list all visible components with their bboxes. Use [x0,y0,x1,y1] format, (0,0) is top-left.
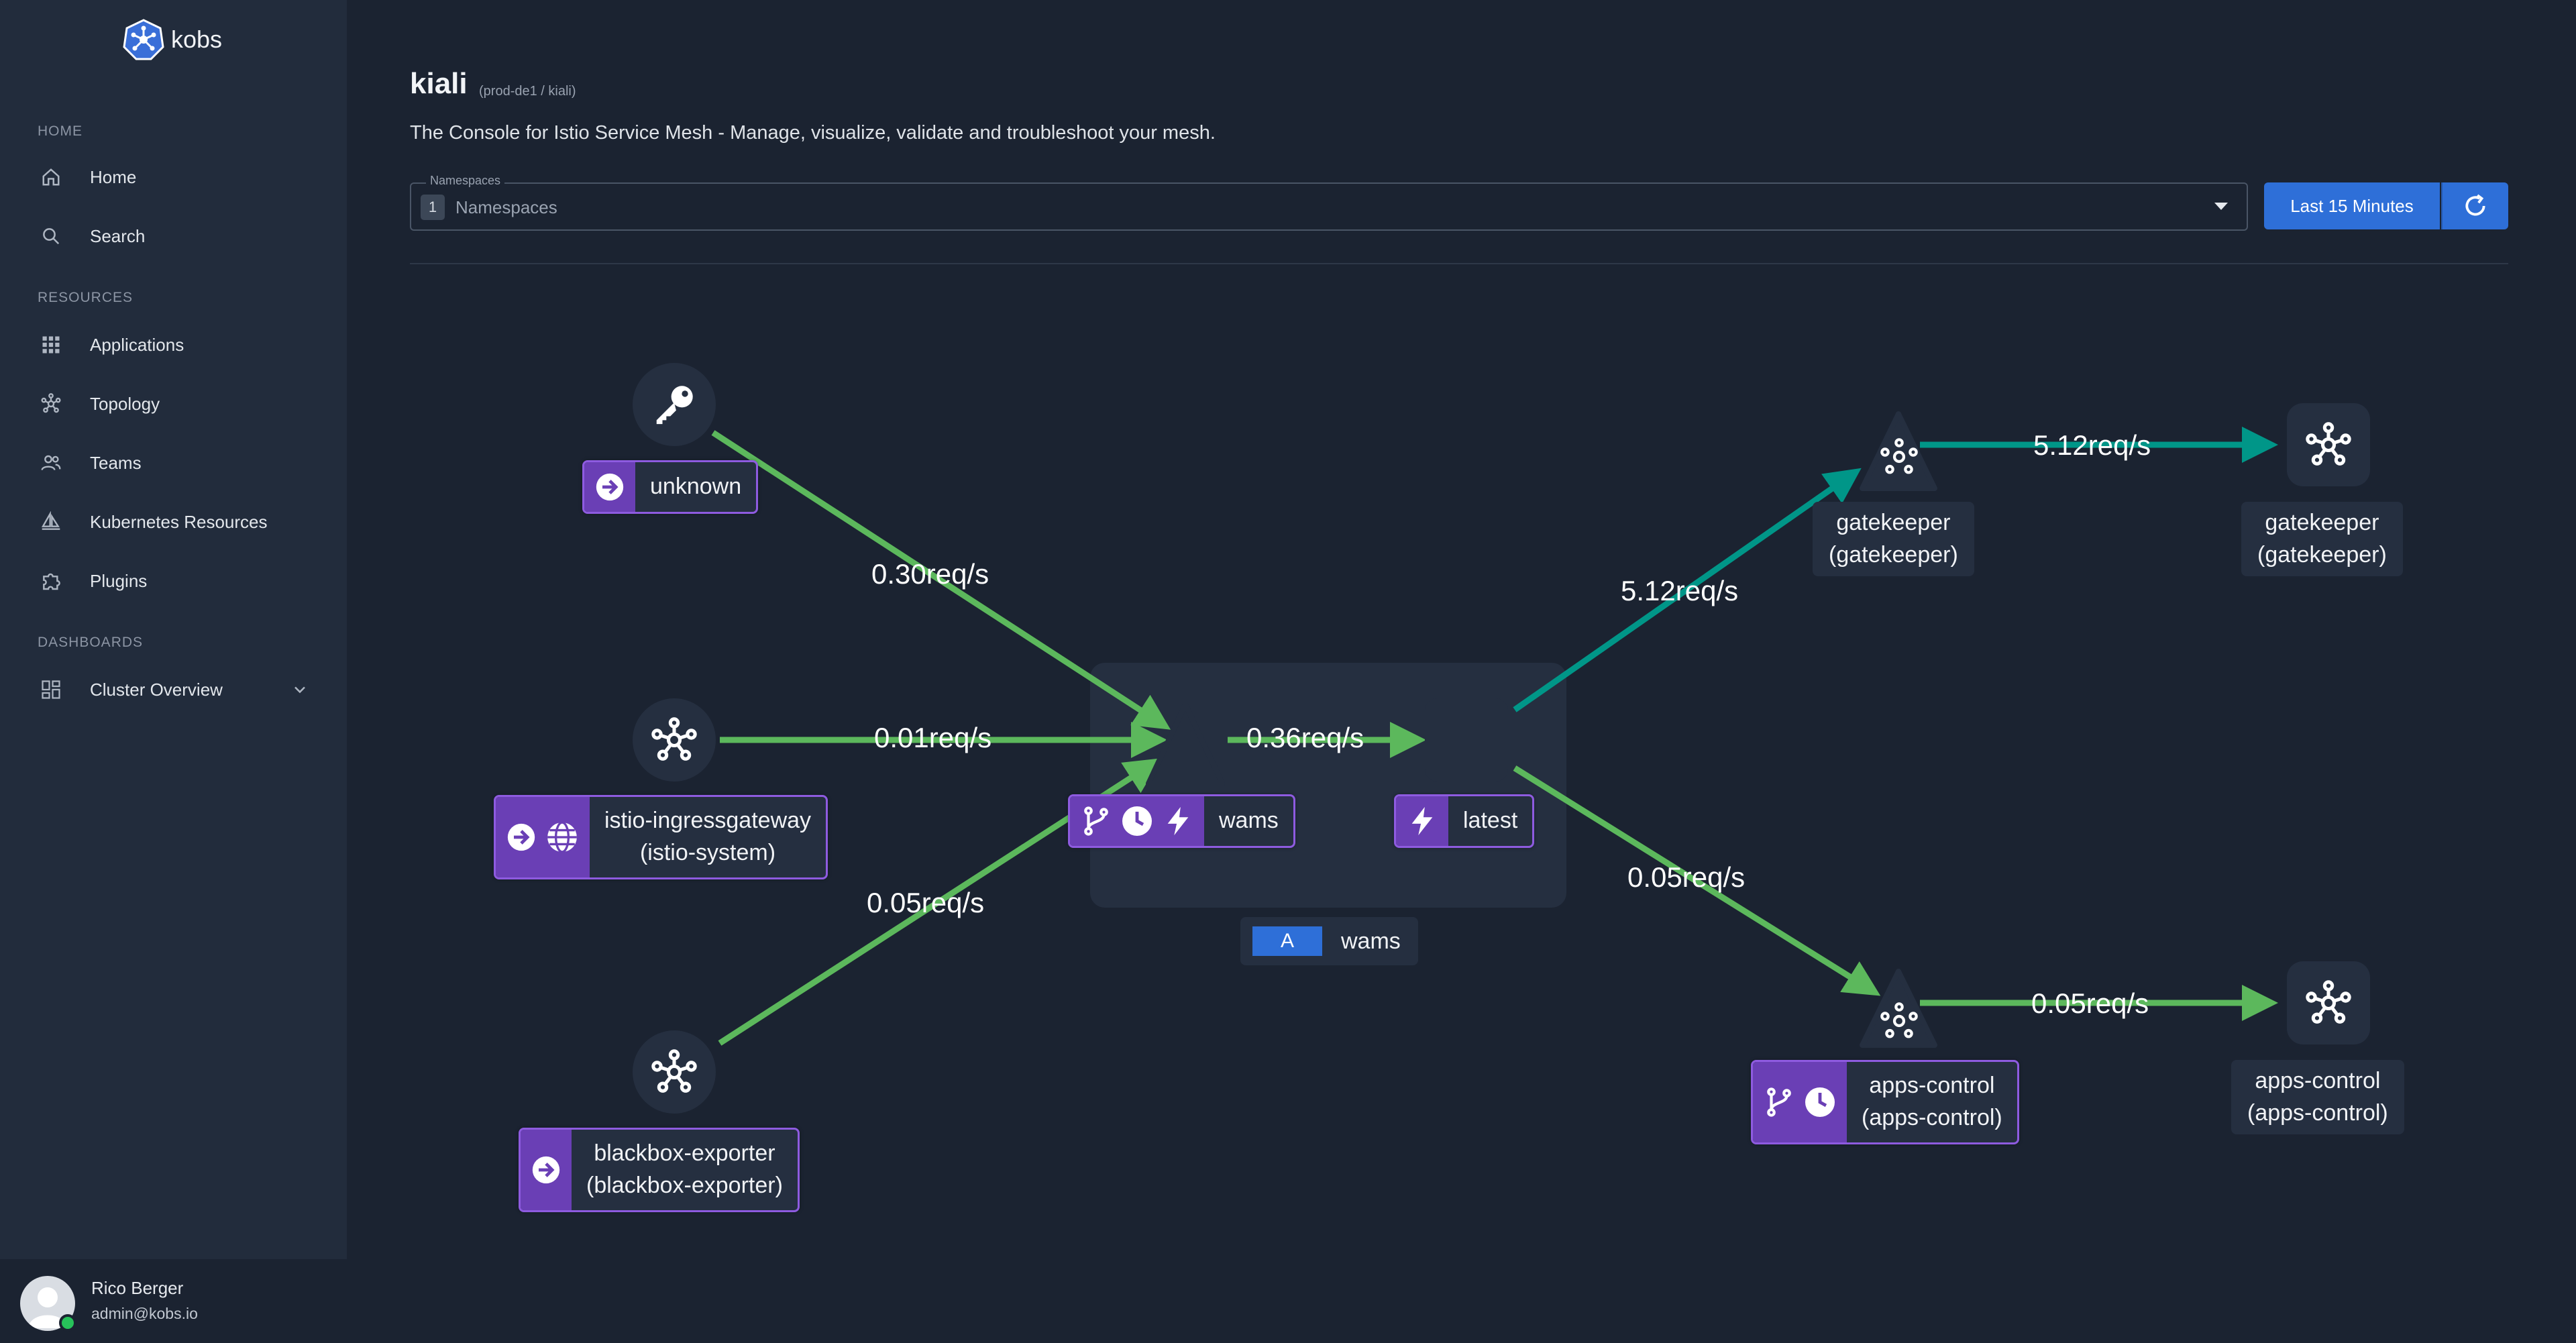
node-label-text: unknown [650,474,742,500]
edge-label-gatekeeper-svc: 5.12req/s [2033,429,2151,461]
node-label-text: latest [1463,808,1518,834]
node-label-line1: apps-control [2255,1068,2381,1093]
edge-label-apps-svc: 0.05req/s [2031,987,2149,1019]
arrow-right-circle-icon [596,473,624,501]
key-icon [656,386,693,425]
node-label-line1: gatekeeper [2265,510,2379,535]
node-gatekeeper-service[interactable] [2287,403,2370,486]
app-group-name: wams [1341,928,1401,954]
label-wams: wams [1068,794,1295,848]
label-unknown: unknown [582,460,759,514]
edge-label-latest-gatekeeper: 5.12req/s [1621,575,1739,606]
globe-icon [547,821,577,853]
label-apps-control-service: apps-control (apps-control) [2231,1060,2404,1135]
label-blackbox-exporter: blackbox-exporter (blackbox-exporter) [519,1128,800,1212]
label-gatekeeper-service: gatekeeper (gatekeeper) [2241,502,2403,577]
lightning-icon [1411,806,1433,836]
node-label-line1: apps-control [1869,1073,1995,1099]
node-label-line2: (apps-control) [2247,1099,2388,1126]
branch-icon [1084,806,1108,836]
edge-label-unknown-wams: 0.30req/s [871,558,989,590]
node-unknown[interactable] [633,363,716,446]
node-apps-control-service[interactable] [2287,961,2370,1044]
badge-group [521,1130,572,1210]
lightning-icon [1167,806,1189,836]
node-latest[interactable] [1425,698,1508,782]
node-label-line2: (blackbox-exporter) [586,1173,783,1198]
node-istio-ingressgateway[interactable] [633,698,716,782]
service-icon [1880,1002,1918,1038]
edge-label-blackbox-wams: 0.05req/s [867,887,985,918]
label-istio-ingressgateway: istio-ingressgateway (istio-system) [494,795,828,879]
edge-label-istio-wams: 0.01req/s [874,722,992,753]
node-label-line1: blackbox-exporter [594,1140,775,1167]
app-group-label: A wams [1240,917,1418,965]
arrow-right-circle-icon [532,1156,560,1184]
node-wams-app[interactable] [1146,702,1225,786]
node-label-line2: (gatekeeper) [1829,541,1958,568]
node-label-line2: (gatekeeper) [2257,541,2387,568]
graph-edges [711,411,2278,1048]
branch-icon [1767,1087,1791,1117]
node-label-text: wams [1219,808,1279,834]
clock-icon [1122,806,1152,836]
node-label-line2: (apps-control) [1862,1105,2002,1130]
badge-group [1396,796,1448,846]
edge-label-latest-apps: 0.05req/s [1627,861,1746,893]
service-graph: unknown istio-ingressgateway (istio-syste… [0,0,2576,1343]
label-gatekeeper-app: gatekeeper (gatekeeper) [1813,502,1974,577]
label-latest: latest [1394,794,1535,848]
badge-group [584,462,635,512]
badge-group [1753,1062,1847,1142]
node-label-line1: istio-ingressgateway [604,808,812,834]
edge-label-wams-latest: 0.36req/s [1246,722,1364,753]
node-blackbox-exporter[interactable] [633,1030,716,1114]
node-label-line1: gatekeeper [1836,510,1951,535]
service-icon [651,1049,697,1093]
clock-icon [1805,1087,1835,1117]
label-apps-control-app: apps-control (apps-control) [1751,1060,2019,1144]
badge-group [1070,796,1204,846]
app-badge: A [1252,926,1322,956]
node-label-line2: (istio-system) [639,840,776,865]
badge-group [496,797,590,877]
service-icon [1880,438,1918,474]
service-icon [2306,980,2351,1024]
service-icon [651,717,697,761]
service-icon [2306,422,2351,466]
arrow-right-circle-icon [507,823,535,851]
